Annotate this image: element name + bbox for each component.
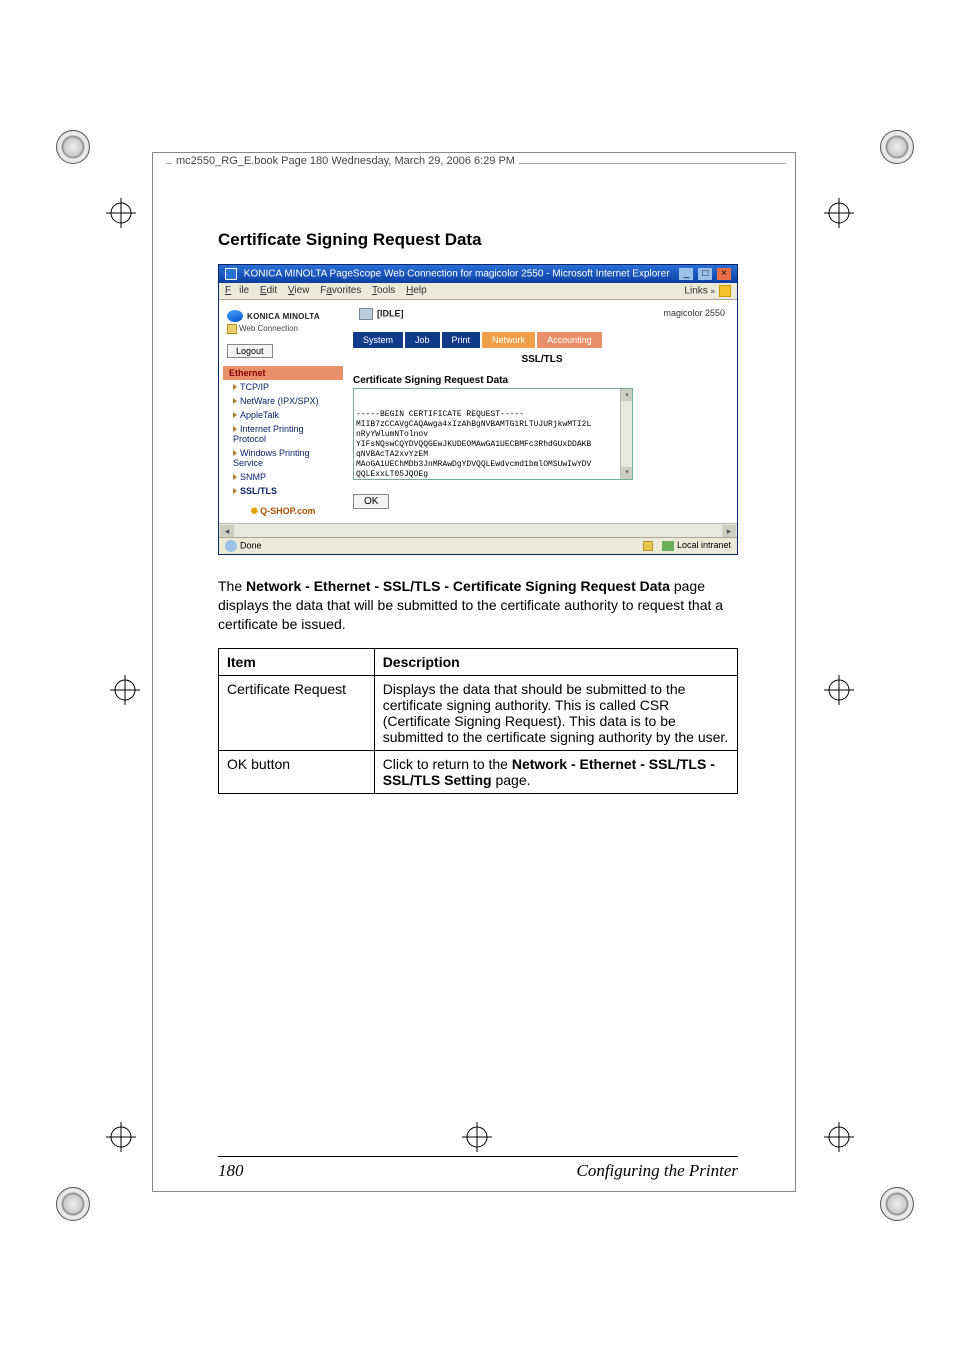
browser-statusbar: Done Local intranet — [219, 537, 737, 554]
ie-icon — [225, 268, 237, 280]
tab-job[interactable]: Job — [405, 332, 440, 348]
tab-accounting[interactable]: Accounting — [537, 332, 602, 348]
sidebar-header-ethernet: Ethernet — [223, 366, 343, 380]
pagescope-label: Web Connection — [227, 324, 343, 334]
menu-file[interactable]: File — [225, 285, 249, 296]
triangle-icon — [233, 474, 237, 480]
table-row: Certificate Request Displays the data th… — [219, 675, 738, 750]
top-tabs: System Job Print Network Accounting — [353, 332, 731, 348]
main-panel: [IDLE] magicolor 2550 System Job Print N… — [347, 300, 737, 523]
ok-button[interactable]: OK — [353, 494, 389, 509]
triangle-icon — [233, 450, 237, 456]
page-subtitle: SSL/TLS — [353, 354, 731, 365]
lock-icon — [643, 541, 653, 551]
footer-title: Configuring the Printer — [577, 1161, 739, 1181]
menu-tools[interactable]: Tools — [372, 285, 395, 296]
menu-edit[interactable]: Edit — [260, 285, 277, 296]
table-header-row: Item Description — [219, 648, 738, 675]
sidebar-item-ssltls[interactable]: SSL/TLS — [223, 484, 343, 498]
cell-desc: Click to return to the Network - Etherne… — [374, 750, 737, 793]
tab-print[interactable]: Print — [442, 332, 481, 348]
window-buttons: _ □ × — [677, 268, 731, 280]
cell-item: Certificate Request — [219, 675, 375, 750]
scroll-left-icon[interactable]: ◂ — [220, 525, 234, 537]
printer-model: magicolor 2550 — [663, 308, 725, 320]
crop-mark-icon — [880, 1187, 914, 1221]
close-button[interactable]: × — [717, 268, 731, 280]
links-icon — [719, 285, 731, 297]
tab-system[interactable]: System — [353, 332, 403, 348]
menu-view[interactable]: View — [288, 285, 310, 296]
crop-mark-icon — [880, 130, 914, 164]
crop-mark-icon — [56, 1187, 90, 1221]
sidebar: KONICA MINOLTA Web Connection Logout Eth… — [219, 300, 347, 523]
window-titlebar: KONICA MINOLTA PageScope Web Connection … — [219, 265, 737, 283]
maximize-button[interactable]: □ — [698, 268, 712, 280]
table-row: OK button Click to return to the Network… — [219, 750, 738, 793]
konica-minolta-logo: KONICA MINOLTA — [227, 310, 343, 322]
pagescope-icon — [227, 324, 237, 334]
logo-icon — [227, 310, 243, 322]
registration-mark-icon — [824, 1122, 854, 1155]
globe-icon — [225, 540, 237, 552]
qshop-link[interactable]: ✺Q-SHOP.com — [223, 506, 343, 517]
sidebar-item-ipp[interactable]: Internet Printing Protocol — [223, 422, 343, 446]
menu-help[interactable]: Help — [406, 285, 427, 296]
status-done: Done — [225, 540, 262, 552]
registration-mark-icon — [824, 675, 854, 705]
side-nav: Ethernet TCP/IP NetWare (IPX/SPX) AppleT… — [223, 366, 343, 498]
window-title: KONICA MINOLTA PageScope Web Connection … — [225, 268, 670, 280]
scroll-up-icon[interactable]: ▴ — [621, 389, 633, 401]
triangle-icon — [233, 398, 237, 404]
crop-mark-icon — [56, 130, 90, 164]
sidebar-item-appletalk[interactable]: AppleTalk — [223, 408, 343, 422]
col-description: Description — [374, 648, 737, 675]
sidebar-item-netware[interactable]: NetWare (IPX/SPX) — [223, 394, 343, 408]
brand-text: KONICA MINOLTA — [247, 312, 320, 321]
scroll-right-icon[interactable]: ▸ — [722, 525, 736, 537]
sun-icon: ✺ — [251, 506, 259, 516]
sidebar-item-tcpip[interactable]: TCP/IP — [223, 380, 343, 394]
logout-button[interactable]: Logout — [227, 344, 273, 358]
breadcrumb-bold: Network - Ethernet - SSL/TLS - Certifica… — [246, 578, 670, 594]
registration-mark-icon — [106, 198, 136, 228]
registration-mark-icon — [106, 1122, 136, 1155]
spec-table: Item Description Certificate Request Dis… — [218, 648, 738, 794]
csr-textarea[interactable]: -----BEGIN CERTIFICATE REQUEST----- MIIB… — [353, 388, 633, 480]
csr-heading: Certificate Signing Request Data — [353, 375, 731, 386]
printer-icon — [359, 308, 373, 320]
page-number: 180 — [218, 1161, 244, 1181]
minimize-button[interactable]: _ — [679, 268, 693, 280]
running-header: mc2550_RG_E.book Page 180 Wednesday, Mar… — [172, 155, 519, 167]
triangle-icon — [233, 384, 237, 390]
status-zone: Local intranet — [643, 540, 731, 552]
browser-window: KONICA MINOLTA PageScope Web Connection … — [218, 264, 738, 555]
registration-mark-icon — [110, 675, 140, 705]
scrollbar[interactable]: ▴ ▾ — [620, 389, 632, 479]
browser-menubar: File Edit View Favorites Tools Help Link… — [219, 283, 737, 300]
section-heading: Certificate Signing Request Data — [218, 230, 738, 250]
printer-status: [IDLE] — [359, 308, 404, 320]
cell-item: OK button — [219, 750, 375, 793]
tab-network[interactable]: Network — [482, 332, 535, 348]
scroll-down-icon[interactable]: ▾ — [621, 467, 633, 479]
links-bar[interactable]: Links » — [684, 285, 731, 297]
menu-favorites[interactable]: Favorites — [320, 285, 361, 296]
cell-desc: Displays the data that should be submitt… — [374, 675, 737, 750]
triangle-icon — [233, 488, 237, 494]
triangle-icon — [233, 426, 237, 432]
sidebar-item-snmp[interactable]: SNMP — [223, 470, 343, 484]
page-footer: 180 Configuring the Printer — [218, 1156, 738, 1181]
description-paragraph: The Network - Ethernet - SSL/TLS - Certi… — [218, 577, 738, 634]
horizontal-scrollbar[interactable]: ◂ ▸ — [219, 523, 737, 537]
col-item: Item — [219, 648, 375, 675]
registration-mark-icon — [824, 198, 854, 231]
csr-text: -----BEGIN CERTIFICATE REQUEST----- MIIB… — [356, 410, 630, 480]
intranet-icon — [662, 541, 674, 551]
triangle-icon — [233, 412, 237, 418]
sidebar-item-winprint[interactable]: Windows Printing Service — [223, 446, 343, 470]
